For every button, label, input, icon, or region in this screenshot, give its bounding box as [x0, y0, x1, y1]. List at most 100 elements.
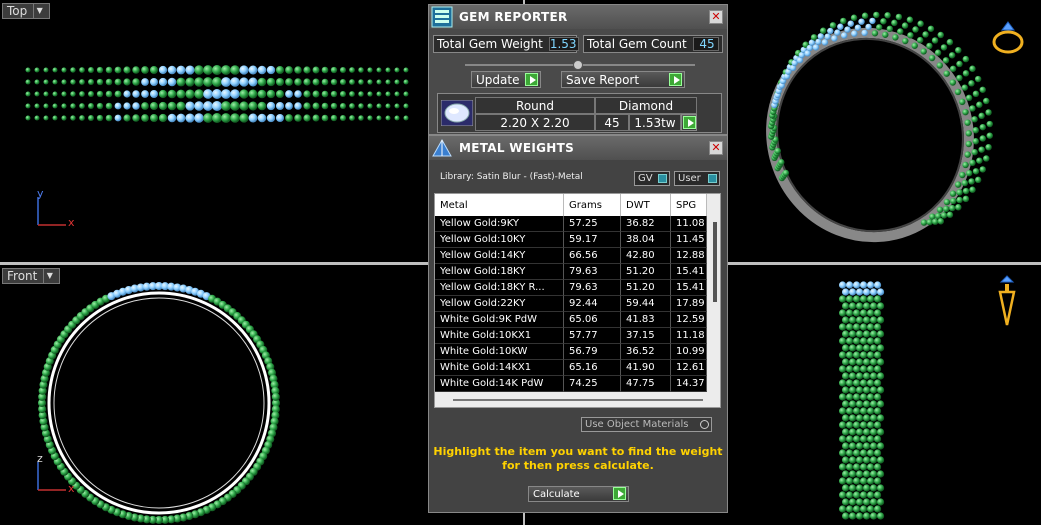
column-header-grams[interactable]: Grams	[564, 194, 621, 216]
green-gem	[848, 456, 857, 464]
green-gem	[983, 97, 990, 105]
table-row[interactable]: Yellow Gold:10KY 59.17 38.04 11.45	[435, 232, 707, 248]
table-row[interactable]: White Gold:10KW 56.79 36.52 10.99	[435, 344, 707, 360]
green-gem	[871, 30, 879, 37]
green-gem	[969, 105, 976, 112]
table-row[interactable]: White Gold:9K PdW 65.06 41.83 12.59	[435, 312, 707, 328]
green-gem	[230, 65, 240, 75]
table-row[interactable]: White Gold:14KX1 65.16 41.90 12.61	[435, 360, 707, 376]
viewport-top[interactable]: Top ▼ y x	[0, 0, 428, 262]
gem-size-cell[interactable]: 2.20 X 2.20	[475, 114, 595, 131]
green-gem	[394, 103, 400, 109]
viewport-front[interactable]: Front ▼ z x	[0, 265, 428, 525]
green-gem	[330, 78, 338, 86]
table-vertical-scrollbar[interactable]	[713, 222, 717, 302]
green-gem	[838, 337, 847, 345]
column-header-spg[interactable]: SPG	[671, 194, 707, 216]
metal-weights-titlebar[interactable]: METAL WEIGHTS	[429, 136, 727, 160]
table-row[interactable]: Yellow Gold:9KY 57.25 36.82 11.08	[435, 216, 707, 232]
green-gem	[869, 428, 878, 436]
total-gem-weight-value: 1.53	[548, 37, 579, 51]
green-gem	[855, 372, 864, 380]
table-row[interactable]: White Gold:10KX1 57.77 37.15 11.18	[435, 328, 707, 344]
green-gem	[901, 22, 909, 29]
column-header-metal[interactable]: Metal	[435, 194, 564, 216]
gem-count-cell[interactable]: 45	[595, 114, 629, 131]
green-gem	[962, 161, 969, 169]
green-gem	[866, 477, 875, 485]
green-gem	[873, 407, 882, 415]
green-gem	[96, 90, 104, 98]
update-button[interactable]: Update	[471, 71, 541, 88]
green-gem	[873, 11, 880, 19]
green-gem	[855, 484, 864, 492]
user-toggle[interactable]: User	[674, 171, 720, 186]
green-gem	[852, 491, 861, 499]
green-gem	[845, 477, 854, 485]
green-gem	[946, 211, 954, 218]
diamond-gem	[221, 89, 231, 99]
grams-cell: 65.06	[564, 312, 621, 328]
close-icon[interactable]: ✕	[709, 141, 723, 155]
diamond-gem	[858, 18, 865, 25]
gv-toggle[interactable]: GV	[634, 171, 670, 186]
play-arrow-icon	[613, 487, 626, 500]
table-horizontal-scrollbar[interactable]	[453, 399, 703, 401]
diamond-gem	[869, 17, 876, 25]
green-gem	[167, 89, 177, 99]
gem-weight-cell[interactable]: 1.53tw	[629, 114, 681, 131]
green-gem	[841, 498, 850, 506]
green-gem	[869, 372, 878, 380]
dwt-cell: 51.20	[621, 280, 671, 296]
green-gem	[838, 449, 847, 457]
metal-weights-table[interactable]: Metal Grams DWT SPG Yellow Gold:9KY 57.25…	[434, 193, 721, 408]
table-row[interactable]: Yellow Gold:18KY R... 79.63 51.20 15.41	[435, 280, 707, 296]
ring-view-icon[interactable]	[988, 18, 1028, 58]
green-gem	[79, 115, 85, 121]
green-gem	[845, 491, 854, 499]
green-gem	[330, 90, 338, 98]
table-row[interactable]: Yellow Gold:22KY 92.44 59.44 17.89	[435, 296, 707, 312]
green-gem	[841, 330, 850, 338]
metal-weights-body: Library: Satin Blur - (Fast)-Metal GV Us…	[429, 160, 727, 512]
table-row[interactable]: Yellow Gold:18KY 79.63 51.20 15.41	[435, 264, 707, 280]
use-object-materials-dropdown[interactable]: Use Object Materials	[581, 417, 712, 432]
green-gem	[862, 484, 871, 492]
green-gem	[841, 344, 850, 352]
green-gem	[862, 316, 871, 324]
green-gem	[358, 79, 364, 85]
play-arrow-icon	[525, 73, 538, 86]
table-row[interactable]: Yellow Gold:14KY 66.56 42.80 12.88	[435, 248, 707, 264]
save-report-button[interactable]: Save Report	[561, 71, 685, 88]
pendant-view-icon[interactable]	[992, 270, 1022, 330]
gem-slider-knob[interactable]	[573, 60, 583, 70]
green-gem	[845, 449, 854, 457]
green-gem	[838, 295, 847, 303]
column-header-dwt[interactable]: DWT	[621, 194, 671, 216]
green-gem	[88, 91, 94, 97]
diamond-gem	[876, 288, 885, 296]
diamond-gem	[167, 113, 177, 123]
axis-x-label: x	[68, 482, 75, 495]
green-gem	[158, 89, 168, 99]
green-gem	[61, 115, 67, 121]
diamond-gem	[257, 113, 267, 123]
axis-z-label: z	[37, 452, 43, 465]
diamond-gem	[851, 30, 858, 37]
table-row[interactable]: White Gold:14K PdW 74.25 47.75 14.37	[435, 376, 707, 392]
green-gem	[845, 421, 854, 429]
green-gem	[869, 302, 878, 310]
gem-row-go-button[interactable]	[681, 114, 697, 131]
diamond-gem	[176, 65, 186, 75]
calculate-button[interactable]: Calculate	[528, 486, 629, 502]
viewport-side[interactable]	[730, 265, 1041, 525]
viewport-perspective[interactable]	[730, 0, 1041, 262]
grams-cell: 66.56	[564, 248, 621, 264]
metal-name-cell: Yellow Gold:18KY	[435, 264, 564, 280]
diamond-gem	[812, 44, 820, 51]
gem-reporter-titlebar[interactable]: GEM REPORTER	[429, 5, 727, 29]
green-gem	[866, 323, 875, 331]
green-gem	[873, 393, 882, 401]
green-gem	[312, 66, 320, 74]
close-icon[interactable]: ✕	[709, 10, 723, 24]
